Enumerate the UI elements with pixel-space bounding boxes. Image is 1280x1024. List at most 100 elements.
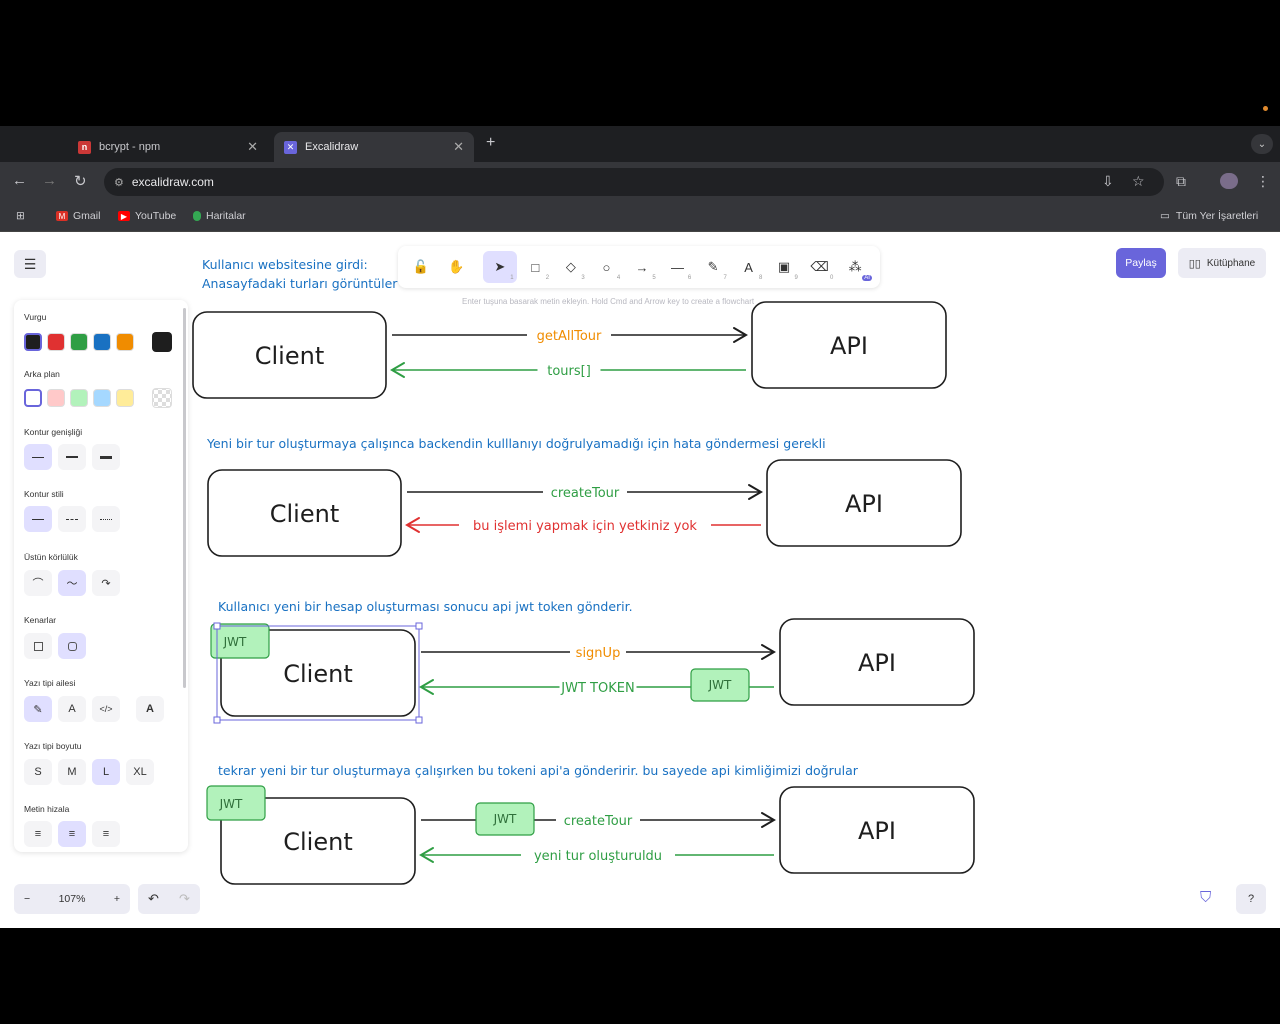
bookmark-youtube[interactable]: ▶ YouTube: [118, 210, 176, 222]
background-color-swatch-3[interactable]: [93, 389, 111, 407]
font-family-title: Yazı tipi ailesi: [24, 678, 76, 688]
selection-handle[interactable]: [213, 716, 221, 724]
tool-shortcut-label: 7: [723, 275, 727, 281]
image-icon[interactable]: ▣ 9: [767, 251, 801, 283]
bookmark-maps[interactable]: Haritalar: [193, 210, 246, 222]
rectangle-icon[interactable]: □ 2: [519, 251, 553, 283]
font-size-title: Yazı tipi boyutu: [24, 741, 82, 751]
jwt-tag-label: JWT: [223, 635, 247, 649]
extensions-icon[interactable]: ⧉: [1176, 173, 1186, 190]
diamond-icon[interactable]: ◇ 3: [554, 251, 588, 283]
font-normal-button[interactable]: A: [58, 696, 86, 722]
zoom-controls: − 107% +: [14, 884, 130, 914]
client-label: Client: [283, 660, 352, 688]
address-bar[interactable]: ⚙ excalidraw.com: [104, 168, 1164, 196]
new-tab-button[interactable]: +: [486, 134, 495, 152]
background-color-swatch-4[interactable]: [116, 389, 134, 407]
apps-grid-icon[interactable]: ⊞: [16, 210, 25, 222]
reload-icon[interactable]: ↻: [74, 172, 87, 190]
scene-caption: tekrar yeni bir tur oluşturmaya çalışırk…: [218, 763, 859, 778]
install-app-icon[interactable]: ⇩: [1102, 173, 1114, 190]
npm-favicon: n: [78, 140, 91, 154]
text-align-title: Metin hizala: [24, 804, 70, 814]
stroke-color-swatch-1[interactable]: [47, 333, 65, 351]
transparent-swatch[interactable]: [152, 388, 172, 408]
main-menu-button[interactable]: ☰: [14, 250, 46, 278]
selection-handle[interactable]: [415, 716, 423, 724]
sloppiness-artist-button[interactable]: 〜: [58, 570, 86, 596]
font-size-s-button[interactable]: S: [24, 759, 52, 785]
stroke-extra-bold-button[interactable]: [92, 444, 120, 470]
align-right-button[interactable]: ≡: [92, 821, 120, 847]
extra-tools-icon[interactable]: ⁂ AI: [838, 251, 872, 283]
font-size-l-button[interactable]: L: [92, 759, 120, 785]
help-button[interactable]: ?: [1236, 884, 1266, 914]
zoom-out-button[interactable]: −: [24, 893, 30, 905]
all-bookmarks[interactable]: ▭ Tüm Yer İşaretleri: [1160, 210, 1258, 222]
site-info-icon[interactable]: ⚙: [114, 176, 124, 189]
background-color-swatch-0[interactable]: [24, 389, 42, 407]
background-color-swatch-2[interactable]: [70, 389, 88, 407]
sloppiness-cartoonist-button[interactable]: ↷: [92, 570, 120, 596]
bookmark-star-icon[interactable]: ☆: [1132, 173, 1145, 190]
zoom-in-button[interactable]: +: [114, 893, 120, 905]
tab-search-button[interactable]: ⌄: [1251, 134, 1273, 154]
edges-title: Kenarlar: [24, 615, 57, 625]
edges-round-button[interactable]: [58, 633, 86, 659]
line-icon[interactable]: —6: [661, 251, 695, 283]
tab-excalidraw[interactable]: ✕ Excalidraw ✕: [274, 132, 474, 162]
stroke-thin-button[interactable]: [24, 444, 52, 470]
share-button[interactable]: Paylaş: [1116, 248, 1166, 278]
selection-handle[interactable]: [213, 622, 221, 630]
undo-redo-controls: ↶ ↷: [138, 884, 200, 914]
close-tab-icon[interactable]: ✕: [247, 139, 258, 155]
browser-menu-icon[interactable]: ⋮: [1256, 173, 1270, 190]
redo-icon[interactable]: ↷: [179, 891, 190, 907]
font-more-button[interactable]: A: [136, 696, 164, 722]
draw-icon[interactable]: ✎ 7: [696, 251, 730, 283]
text-icon[interactable]: A8: [732, 251, 766, 283]
undo-icon[interactable]: ↶: [148, 891, 159, 907]
excalidraw-canvas[interactable]: Kullanıcı websitesine girdi: Anasayfadaki…: [0, 232, 1280, 928]
stroke-color-swatch-4[interactable]: [116, 333, 134, 351]
font-size-xl-button[interactable]: XL: [126, 759, 154, 785]
diagram-svg[interactable]: Kullanıcı websitesine girdi: Anasayfadaki…: [0, 232, 1280, 928]
profile-avatar[interactable]: [1220, 173, 1238, 189]
selection-icon[interactable]: ➤ 1: [483, 251, 517, 283]
tab-bcrypt-npm[interactable]: n bcrypt - npm ✕: [68, 132, 268, 162]
zoom-level[interactable]: 107%: [59, 893, 86, 905]
properties-scrollbar[interactable]: [183, 308, 186, 688]
close-tab-icon[interactable]: ✕: [453, 139, 464, 155]
stroke-color-swatch-0[interactable]: [24, 333, 42, 351]
align-left-button[interactable]: ≡: [24, 821, 52, 847]
eraser-icon[interactable]: ⌫ 0: [803, 251, 837, 283]
selection-handle[interactable]: [415, 622, 423, 630]
forward-arrow-label: signUp: [576, 646, 621, 661]
background-color-swatch-1[interactable]: [47, 389, 65, 407]
jwt-arrow-tag-label: JWT: [708, 678, 732, 692]
stroke-dashed-button[interactable]: [58, 506, 86, 532]
hand-icon[interactable]: ✋: [440, 251, 474, 283]
stroke-bold-button[interactable]: [58, 444, 86, 470]
stroke-dotted-button[interactable]: [92, 506, 120, 532]
font-code-button[interactable]: </>: [92, 696, 120, 722]
stroke-color-swatch-3[interactable]: [93, 333, 111, 351]
stroke-solid-button[interactable]: [24, 506, 52, 532]
forward-icon[interactable]: →: [42, 172, 57, 189]
bookmark-gmail[interactable]: M Gmail: [56, 210, 100, 222]
library-button[interactable]: ▯▯ Kütüphane: [1178, 248, 1266, 278]
ellipse-icon[interactable]: ○ 4: [590, 251, 624, 283]
browser-tab-bar: n bcrypt - npm ✕ ✕ Excalidraw ✕: [0, 126, 1280, 162]
client-label: Client: [255, 342, 324, 370]
align-center-button[interactable]: ≡: [58, 821, 86, 847]
edges-sharp-button[interactable]: [24, 633, 52, 659]
stroke-current-swatch[interactable]: [152, 332, 172, 352]
stroke-color-swatch-2[interactable]: [70, 333, 88, 351]
font-hand-drawn-button[interactable]: ✎: [24, 696, 52, 722]
shield-icon[interactable]: ⛉: [1200, 889, 1218, 909]
lock-icon[interactable]: 🔓: [404, 251, 438, 283]
back-icon[interactable]: ←: [12, 172, 27, 189]
sloppiness-architect-button[interactable]: ⌒: [24, 570, 52, 596]
arrow-icon[interactable]: → 5: [625, 251, 659, 283]
font-size-m-button[interactable]: M: [58, 759, 86, 785]
